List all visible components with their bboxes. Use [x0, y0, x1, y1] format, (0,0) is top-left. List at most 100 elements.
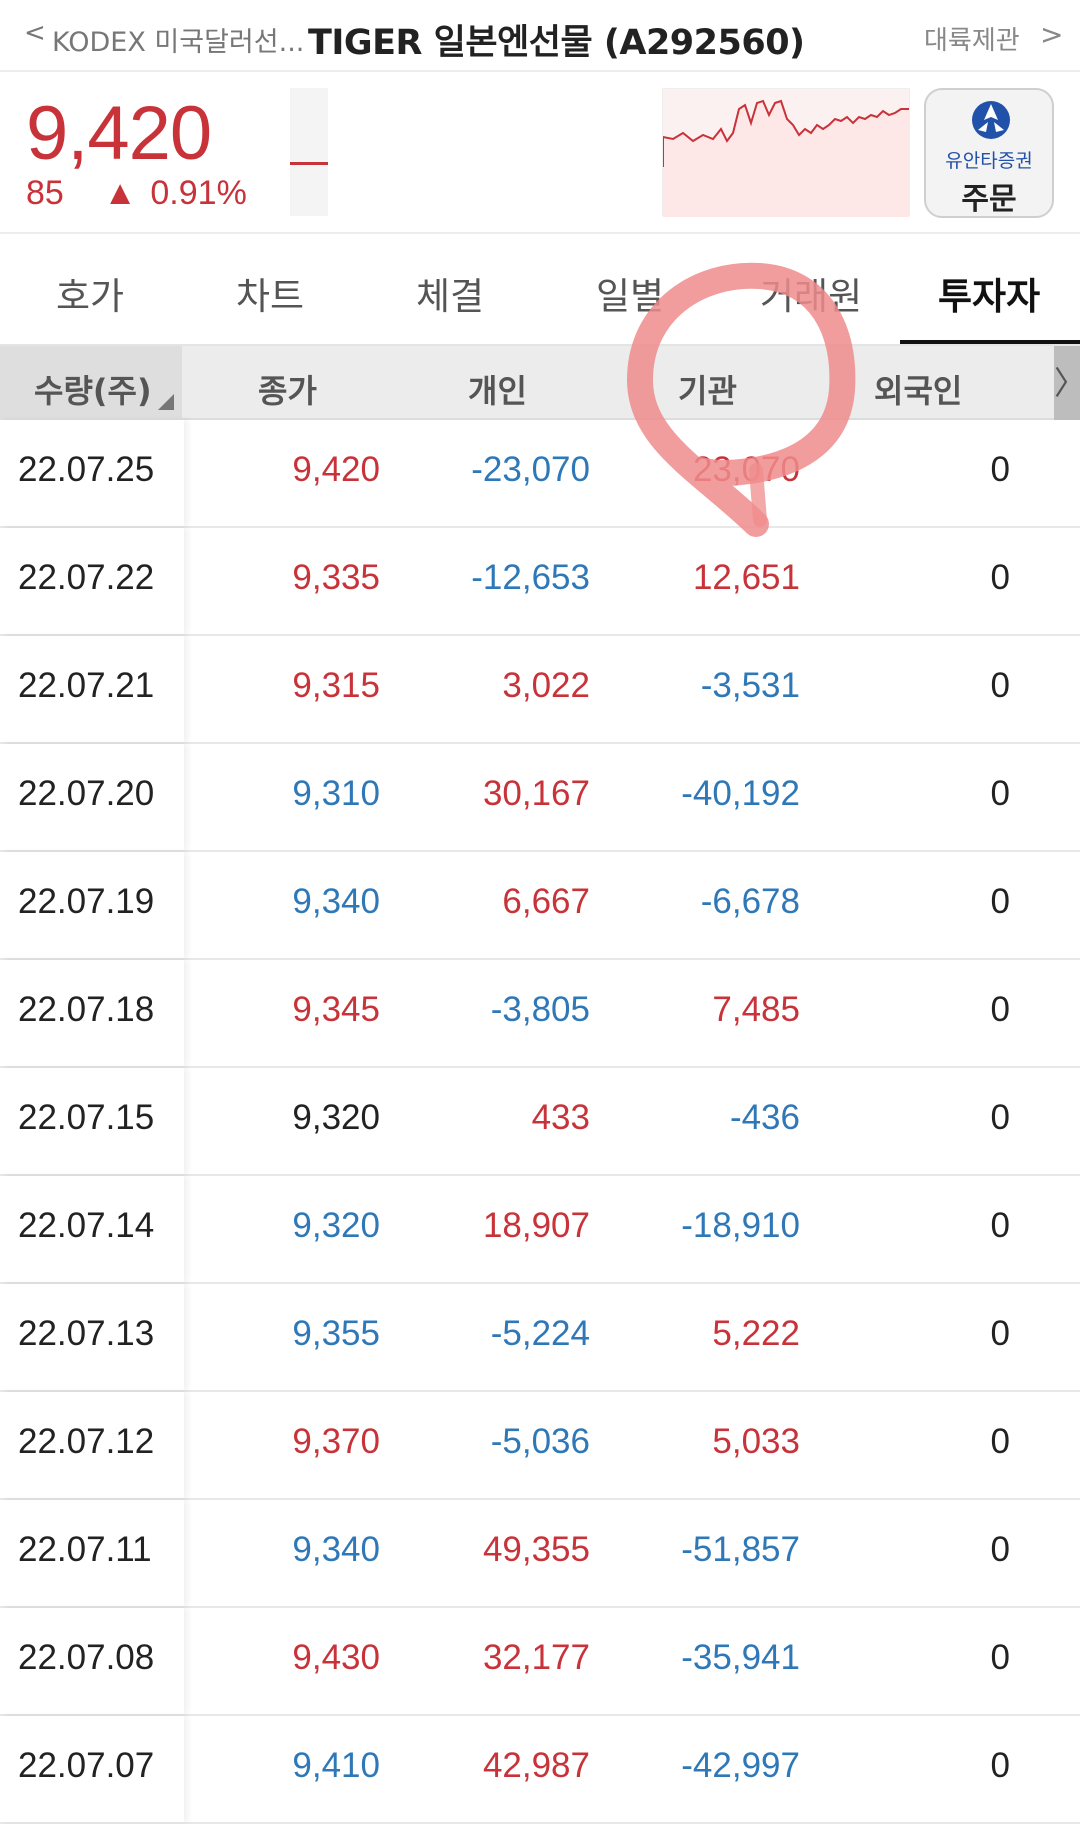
row-individual: -23,070: [471, 450, 590, 489]
row-institution: 23,070: [692, 450, 800, 489]
top-bar: < KODEX 미국달러선... TIGER 일본엔선물 (A292560) 대…: [0, 0, 1080, 72]
row-individual: 18,907: [482, 1206, 590, 1245]
row-institution: 5,222: [712, 1314, 800, 1353]
tab-chart[interactable]: 차트: [236, 266, 304, 320]
up-triangle-icon: ▲: [103, 174, 137, 212]
row-individual: 30,167: [482, 774, 590, 813]
row-foreign: 0: [990, 882, 1010, 921]
row-individual: 42,987: [482, 1746, 590, 1785]
row-foreign: 0: [990, 990, 1010, 1029]
current-price: 9,420: [26, 91, 212, 176]
row-institution: -3,531: [700, 666, 800, 705]
prev-arrow-icon[interactable]: <: [24, 18, 46, 48]
table-row[interactable]: 22.07.11 9,340 49,355 -51,857 0: [0, 1500, 1080, 1608]
yuanta-logo-icon: [972, 101, 1010, 139]
sort-triangle-icon: [158, 394, 174, 410]
intraday-sparkline[interactable]: [662, 88, 910, 217]
row-foreign: 0: [990, 1746, 1010, 1785]
table-row[interactable]: 22.07.07 9,410 42,987 -42,997 0: [0, 1716, 1080, 1824]
row-foreign: 0: [990, 774, 1010, 813]
row-date: 22.07.18: [18, 990, 155, 1029]
row-close: 9,315: [292, 666, 380, 705]
tab-trades[interactable]: 체결: [416, 266, 484, 320]
sparkline-chart: [662, 99, 909, 217]
prev-item-link[interactable]: KODEX 미국달러선...: [52, 20, 304, 59]
row-close: 9,370: [292, 1422, 380, 1461]
row-individual: -12,653: [471, 558, 590, 597]
row-close: 9,335: [292, 558, 380, 597]
row-institution: 5,033: [712, 1422, 800, 1461]
row-date: 22.07.22: [18, 558, 155, 597]
header-institution: 기관: [678, 372, 737, 410]
table-row[interactable]: 22.07.20 9,310 30,167 -40,192 0: [0, 744, 1080, 852]
row-foreign: 0: [990, 450, 1010, 489]
row-institution: -6,678: [700, 882, 800, 921]
tab-investors[interactable]: 투자자: [938, 266, 1040, 320]
table-row[interactable]: 22.07.15 9,320 433 -436 0: [0, 1068, 1080, 1176]
row-institution: 12,651: [692, 558, 800, 597]
header-close: 종가: [258, 372, 317, 410]
row-individual: 32,177: [482, 1638, 590, 1677]
row-institution: -51,857: [681, 1530, 800, 1569]
row-close: 9,355: [292, 1314, 380, 1353]
quote-panel: 9,420 85 ▲ 0.91% 유안타증권 주문: [0, 74, 1080, 234]
row-institution: 7,485: [712, 990, 800, 1029]
row-date: 22.07.08: [18, 1638, 155, 1677]
row-close: 9,345: [292, 990, 380, 1029]
tab-hoga[interactable]: 호가: [56, 266, 124, 320]
table-row[interactable]: 22.07.13 9,355 -5,224 5,222 0: [0, 1284, 1080, 1392]
row-foreign: 0: [990, 1422, 1010, 1461]
table-row[interactable]: 22.07.12 9,370 -5,036 5,033 0: [0, 1392, 1080, 1500]
table-row[interactable]: 22.07.22 9,335 -12,653 12,651 0: [0, 528, 1080, 636]
page-title: TIGER 일본엔선물 (A292560): [308, 23, 805, 63]
active-tab-indicator: [900, 340, 1080, 344]
row-institution: -18,910: [681, 1206, 800, 1245]
row-individual: 3,022: [502, 666, 590, 705]
table-row[interactable]: 22.07.25 9,420 -23,070 23,070 0: [0, 420, 1080, 528]
row-individual: -5,224: [490, 1314, 590, 1353]
row-individual: -3,805: [490, 990, 590, 1029]
row-foreign: 0: [990, 1314, 1010, 1353]
order-button-label: 주문: [961, 182, 1017, 217]
header-quantity[interactable]: 수량(주): [34, 366, 152, 412]
order-button[interactable]: 유안타증권 주문: [924, 88, 1054, 218]
row-date: 22.07.12: [18, 1422, 155, 1461]
row-foreign: 0: [990, 1638, 1010, 1677]
row-date: 22.07.13: [18, 1314, 155, 1353]
row-institution: -40,192: [681, 774, 800, 813]
row-close: 9,340: [292, 1530, 380, 1569]
row-foreign: 0: [990, 666, 1010, 705]
table-row[interactable]: 22.07.08 9,430 32,177 -35,941 0: [0, 1608, 1080, 1716]
table-row[interactable]: 22.07.18 9,345 -3,805 7,485 0: [0, 960, 1080, 1068]
row-date: 22.07.20: [18, 774, 155, 813]
change-percent: 0.91%: [150, 174, 247, 212]
row-close: 9,340: [292, 882, 380, 921]
table-row[interactable]: 22.07.19 9,340 6,667 -6,678 0: [0, 852, 1080, 960]
table-row[interactable]: 22.07.21 9,315 3,022 -3,531 0: [0, 636, 1080, 744]
row-close: 9,420: [292, 450, 380, 489]
row-close: 9,410: [292, 1746, 380, 1785]
row-institution: -42,997: [681, 1746, 800, 1785]
row-individual: 6,667: [502, 882, 590, 921]
table-row[interactable]: 22.07.14 9,320 18,907 -18,910 0: [0, 1176, 1080, 1284]
price-range-marker: [290, 162, 328, 165]
row-individual: 49,355: [482, 1530, 590, 1569]
change-amount: 85: [26, 174, 64, 212]
row-institution: -35,941: [681, 1638, 800, 1677]
scroll-right-icon[interactable]: 〉: [1054, 346, 1080, 420]
row-date: 22.07.21: [18, 666, 155, 705]
row-close: 9,320: [292, 1098, 380, 1137]
price-range-bar: [290, 88, 328, 216]
next-arrow-icon[interactable]: >: [1040, 18, 1063, 51]
row-individual: 433: [531, 1098, 590, 1137]
row-foreign: 0: [990, 1530, 1010, 1569]
header-individual: 개인: [468, 372, 527, 410]
next-item-link[interactable]: 대륙제관: [924, 20, 1020, 57]
tab-brokers[interactable]: 거래원: [760, 266, 862, 320]
tab-daily[interactable]: 일별: [596, 266, 664, 320]
order-broker-name: 유안타증권: [945, 150, 1033, 172]
row-date: 22.07.15: [18, 1098, 155, 1137]
row-date: 22.07.19: [18, 882, 155, 921]
row-foreign: 0: [990, 1098, 1010, 1137]
row-date: 22.07.14: [18, 1206, 155, 1245]
